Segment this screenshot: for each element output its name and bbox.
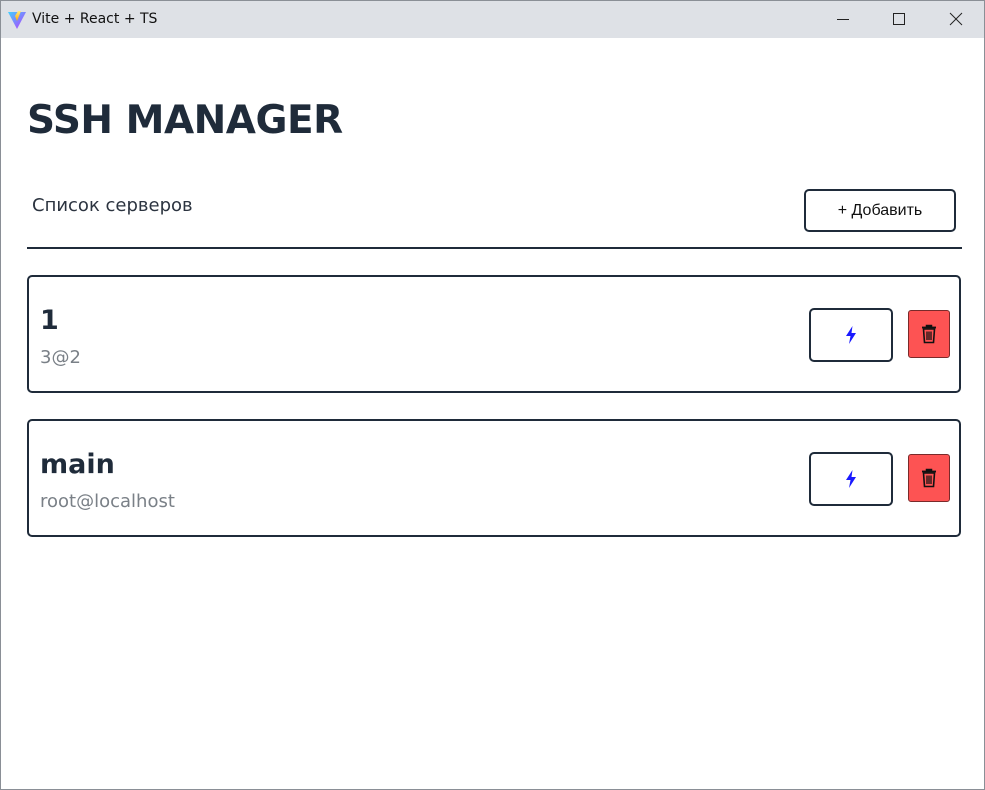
vite-logo-icon bbox=[8, 11, 26, 29]
page-title: SSH MANAGER bbox=[27, 98, 343, 143]
divider bbox=[27, 247, 962, 249]
delete-button[interactable] bbox=[908, 454, 950, 502]
connect-button[interactable] bbox=[809, 452, 893, 506]
maximize-icon bbox=[893, 13, 905, 25]
trash-icon bbox=[922, 324, 936, 344]
main-content: SSH MANAGER Список серверов + Добавить 1… bbox=[1, 38, 984, 789]
trash-icon bbox=[922, 468, 936, 488]
minimize-button[interactable] bbox=[815, 1, 871, 38]
server-name: main bbox=[40, 449, 115, 480]
server-address: root@localhost bbox=[40, 491, 175, 512]
lightning-icon bbox=[846, 326, 856, 344]
server-card: main root@localhost bbox=[27, 419, 961, 537]
close-icon bbox=[949, 12, 963, 26]
server-name: 1 bbox=[40, 305, 59, 336]
delete-button[interactable] bbox=[908, 310, 950, 358]
close-button[interactable] bbox=[928, 1, 984, 38]
lightning-icon bbox=[846, 470, 856, 488]
server-address: 3@2 bbox=[40, 347, 81, 368]
maximize-button[interactable] bbox=[871, 1, 927, 38]
connect-button[interactable] bbox=[809, 308, 893, 362]
window-title: Vite + React + TS bbox=[32, 11, 158, 27]
server-list-label: Список серверов bbox=[32, 195, 193, 216]
minimize-icon bbox=[837, 19, 849, 20]
app-window: Vite + React + TS SSH MANAGER Список сер… bbox=[0, 0, 985, 790]
server-card: 1 3@2 bbox=[27, 275, 961, 393]
add-server-button[interactable]: + Добавить bbox=[804, 189, 956, 232]
title-bar[interactable]: Vite + React + TS bbox=[1, 1, 984, 38]
